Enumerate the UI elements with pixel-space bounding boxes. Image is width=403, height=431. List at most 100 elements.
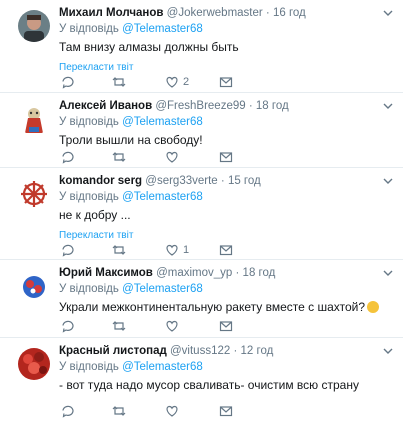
heart-icon bbox=[166, 405, 178, 417]
timestamp[interactable]: 16 год bbox=[273, 7, 306, 19]
reply-icon bbox=[62, 76, 74, 89]
tweet-text: Троли вышли на свободу! bbox=[59, 133, 203, 147]
retweet-button[interactable] bbox=[112, 74, 130, 90]
retweet-button[interactable] bbox=[112, 242, 130, 258]
direct-message-button[interactable] bbox=[219, 74, 233, 90]
author-name[interactable]: Красный листопад bbox=[59, 345, 167, 357]
reply-context: У відповідь @Telemaster68 bbox=[59, 360, 395, 375]
tweet-body: Юрий Максимов @maximov_yp · 18 год У від… bbox=[59, 266, 395, 315]
reply-button[interactable] bbox=[61, 318, 79, 334]
tweet-body: komandor serg @serg33verte · 15 год У ві… bbox=[59, 174, 395, 243]
tweet-text-line: Украли межконтинентальную ракету вместе … bbox=[59, 299, 395, 315]
tweet[interactable]: Алексей Иванов @FreshBreeze99 · 18 год У… bbox=[0, 93, 403, 168]
timestamp[interactable]: 18 год bbox=[243, 267, 276, 279]
author-handle[interactable]: @Jokerwebmaster bbox=[167, 7, 263, 19]
tweet-actions bbox=[59, 149, 259, 165]
retweet-button[interactable] bbox=[112, 403, 130, 419]
avatar[interactable] bbox=[18, 103, 50, 135]
reply-button[interactable] bbox=[61, 403, 79, 419]
tweet-header: Михаил Молчанов @Jokerwebmaster · 16 год bbox=[59, 6, 395, 20]
timestamp[interactable]: 15 год bbox=[228, 175, 261, 187]
like-button[interactable] bbox=[165, 149, 183, 165]
reply-prefix: У відповідь bbox=[59, 361, 119, 373]
tweet[interactable]: komandor serg @serg33verte · 15 год У ві… bbox=[0, 168, 403, 260]
heart-icon bbox=[166, 320, 178, 332]
reply-prefix: У відповідь bbox=[59, 116, 119, 128]
tweet[interactable]: Юрий Максимов @maximov_yp · 18 год У від… bbox=[0, 260, 403, 338]
retweet-button[interactable] bbox=[112, 318, 130, 334]
avatar[interactable] bbox=[18, 348, 50, 380]
reply-to-link[interactable]: @Telemaster68 bbox=[122, 283, 203, 295]
author-handle[interactable]: @vituss122 bbox=[170, 345, 230, 357]
direct-message-button[interactable] bbox=[219, 403, 233, 419]
reply-button[interactable] bbox=[61, 149, 79, 165]
tweet-actions: 1 bbox=[59, 242, 259, 258]
author-handle[interactable]: @FreshBreeze99 bbox=[155, 100, 245, 112]
like-button[interactable]: 2 bbox=[165, 74, 189, 90]
timestamp[interactable]: 18 год bbox=[256, 100, 289, 112]
retweet-icon bbox=[112, 77, 126, 87]
avatar[interactable] bbox=[18, 270, 50, 302]
reply-icon bbox=[62, 244, 74, 257]
avatar[interactable] bbox=[18, 178, 50, 210]
reply-to-link[interactable]: @Telemaster68 bbox=[122, 361, 203, 373]
reply-context: У відповідь @Telemaster68 bbox=[59, 282, 395, 297]
like-button[interactable] bbox=[165, 403, 183, 419]
separator: · bbox=[220, 175, 225, 187]
tweet-header: Алексей Иванов @FreshBreeze99 · 18 год bbox=[59, 99, 395, 113]
reply-button[interactable] bbox=[61, 242, 79, 258]
avatar[interactable] bbox=[18, 10, 50, 42]
chevron-down-icon[interactable] bbox=[383, 101, 393, 111]
heart-icon bbox=[166, 76, 178, 88]
author-name[interactable]: Юрий Максимов bbox=[59, 267, 153, 279]
translate-link[interactable]: Перекласти твіт bbox=[59, 61, 395, 75]
tweet[interactable]: Михаил Молчанов @Jokerwebmaster · 16 год… bbox=[0, 0, 403, 93]
tweet-header: Красный листопад @vituss122 · 12 год bbox=[59, 344, 395, 358]
separator: · bbox=[265, 7, 270, 19]
direct-message-button[interactable] bbox=[219, 318, 233, 334]
author-name[interactable]: Михаил Молчанов bbox=[59, 7, 163, 19]
tweet-text: Украли межконтинентальную ракету вместе … bbox=[59, 300, 366, 314]
tweet-header: komandor serg @serg33verte · 15 год bbox=[59, 174, 395, 188]
tweet-body: Михаил Молчанов @Jokerwebmaster · 16 год… bbox=[59, 6, 395, 75]
separator: · bbox=[235, 267, 240, 279]
translate-link[interactable]: Перекласти твіт bbox=[59, 229, 395, 243]
retweet-button[interactable] bbox=[112, 149, 130, 165]
chevron-down-icon[interactable] bbox=[383, 346, 393, 356]
author-name[interactable]: Алексей Иванов bbox=[59, 100, 152, 112]
reply-button[interactable] bbox=[61, 74, 79, 90]
chevron-down-icon[interactable] bbox=[383, 268, 393, 278]
author-handle[interactable]: @maximov_yp bbox=[156, 267, 232, 279]
tweet-body: Алексей Иванов @FreshBreeze99 · 18 год У… bbox=[59, 99, 395, 148]
retweet-icon bbox=[112, 245, 126, 255]
reply-to-link[interactable]: @Telemaster68 bbox=[122, 116, 203, 128]
direct-message-button[interactable] bbox=[219, 149, 233, 165]
like-count: 2 bbox=[183, 76, 190, 88]
envelope-icon bbox=[219, 77, 233, 88]
reply-icon bbox=[62, 151, 74, 164]
envelope-icon bbox=[219, 245, 233, 256]
tweet-actions bbox=[59, 318, 259, 334]
reply-icon bbox=[62, 320, 74, 333]
tweet[interactable]: Красный листопад @vituss122 · 12 год У в… bbox=[0, 338, 403, 431]
tweet-body: Красный листопад @vituss122 · 12 год У в… bbox=[59, 344, 395, 393]
direct-message-button[interactable] bbox=[219, 242, 233, 258]
chevron-down-icon[interactable] bbox=[383, 8, 393, 18]
tweet-text: Там внизу алмазы должны быть bbox=[59, 40, 239, 54]
reply-context: У відповідь @Telemaster68 bbox=[59, 22, 395, 37]
reply-prefix: У відповідь bbox=[59, 191, 119, 203]
chevron-down-icon[interactable] bbox=[383, 176, 393, 186]
author-name[interactable]: komandor serg bbox=[59, 175, 142, 187]
tweet-text: - вот туда надо мусор сваливать- очистим… bbox=[59, 378, 359, 392]
reply-to-link[interactable]: @Telemaster68 bbox=[122, 23, 203, 35]
retweet-icon bbox=[112, 152, 126, 162]
envelope-icon bbox=[219, 152, 233, 163]
reply-context: У відповідь @Telemaster68 bbox=[59, 190, 395, 205]
like-button[interactable]: 1 bbox=[165, 242, 189, 258]
heart-icon bbox=[166, 244, 178, 256]
timestamp[interactable]: 12 год bbox=[241, 345, 274, 357]
like-count: 1 bbox=[183, 244, 190, 256]
reply-to-link[interactable]: @Telemaster68 bbox=[122, 191, 203, 203]
author-handle[interactable]: @serg33verte bbox=[145, 175, 217, 187]
like-button[interactable] bbox=[165, 318, 183, 334]
